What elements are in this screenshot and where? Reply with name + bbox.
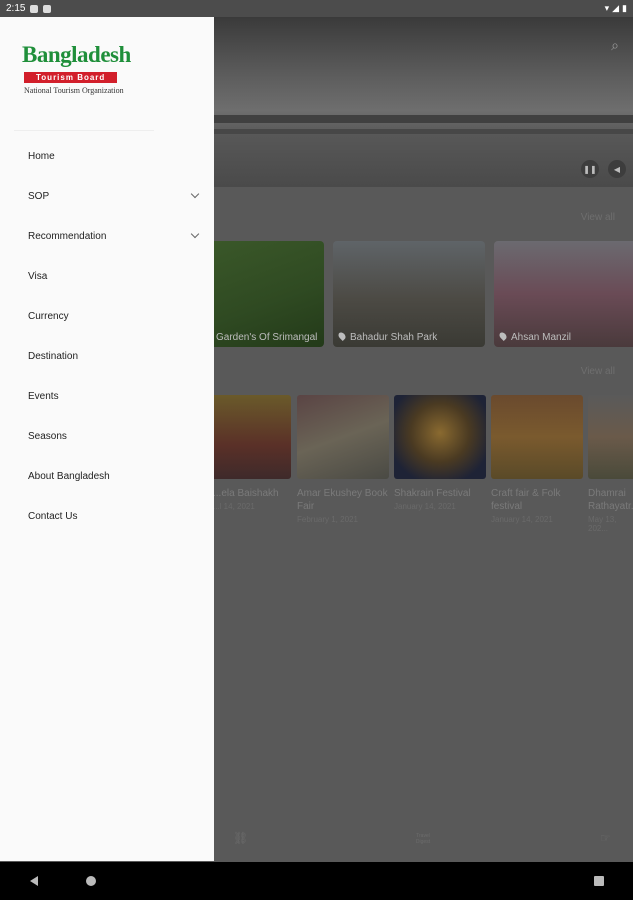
menu-item-label: Home bbox=[28, 150, 55, 162]
destination-card[interactable]: Bahadur Shah Park bbox=[333, 241, 485, 347]
menu-item-visa[interactable]: Visa bbox=[0, 256, 214, 296]
menu-item-label: Destination bbox=[28, 350, 79, 362]
destination-label: Ahsan Manzil bbox=[511, 332, 572, 343]
view-all-destinations[interactable]: View all bbox=[581, 212, 615, 223]
destination-label: Garden's Of Srimangal bbox=[216, 332, 318, 343]
chevron-down-icon bbox=[190, 189, 200, 199]
recent-apps-icon[interactable] bbox=[594, 876, 604, 886]
event-image bbox=[297, 395, 389, 479]
bangladesh-tourism-logo: Bangladesh Tourism Board National Touris… bbox=[22, 43, 152, 105]
event-date: January 14, 2021 bbox=[394, 502, 456, 511]
destination-card[interactable]: Ahsan Manzil bbox=[494, 241, 633, 347]
drawer-menu: Home SOP Recommendation Visa Currency De… bbox=[0, 136, 214, 536]
menu-item-label: Currency bbox=[28, 310, 69, 322]
hand-pointer-icon[interactable]: ☞ bbox=[600, 831, 611, 845]
event-image bbox=[491, 395, 583, 479]
system-navigation-bar bbox=[0, 862, 633, 900]
sim-icon bbox=[43, 4, 52, 13]
menu-item-label: Seasons bbox=[28, 430, 67, 442]
event-title: Amar Ekushey Book Fair bbox=[297, 488, 388, 512]
event-date: February 1, 2021 bbox=[297, 515, 358, 524]
menu-item-label: About Bangladesh bbox=[28, 470, 110, 482]
logo-subtitle: National Tourism Organization bbox=[24, 86, 124, 95]
location-pin-icon bbox=[498, 331, 508, 341]
menu-item-contact-us[interactable]: Contact Us bbox=[0, 496, 214, 536]
event-card[interactable]: Amar Ekushey Book Fair February 1, 2021 bbox=[297, 395, 389, 524]
notification-icon bbox=[30, 4, 39, 13]
event-image bbox=[588, 395, 633, 479]
event-title: Dhamrai Rathayatr... bbox=[588, 488, 633, 512]
search-icon[interactable]: ⌕ bbox=[611, 37, 619, 54]
event-card[interactable]: Craft fair & Folk festival January 14, 2… bbox=[491, 395, 583, 524]
location-pin-icon bbox=[337, 331, 347, 341]
travel-digest-tab[interactable]: Travel Digest bbox=[412, 833, 434, 845]
menu-item-currency[interactable]: Currency bbox=[0, 296, 214, 336]
screen: 2:15 ▾ ◢ ▮ ⌕ ❚❚ ◀ View all Garden's Of S… bbox=[0, 0, 633, 900]
status-bar: 2:15 ▾ ◢ ▮ bbox=[0, 0, 633, 17]
logo-band: Tourism Board bbox=[24, 72, 118, 83]
event-date: May 13, 202... bbox=[588, 515, 617, 533]
menu-item-sop[interactable]: SOP bbox=[0, 176, 214, 216]
mute-icon[interactable]: ◀ bbox=[608, 160, 626, 178]
menu-item-label: Recommendation bbox=[28, 230, 107, 242]
menu-item-label: Contact Us bbox=[28, 510, 78, 522]
back-icon[interactable] bbox=[30, 876, 38, 886]
event-date: January 14, 2021 bbox=[491, 515, 553, 524]
menu-item-recommendation[interactable]: Recommendation bbox=[0, 216, 214, 256]
chevron-down-icon bbox=[190, 229, 200, 239]
menu-item-label: SOP bbox=[28, 190, 50, 202]
navigation-drawer: Bangladesh Tourism Board National Touris… bbox=[0, 17, 214, 861]
event-image bbox=[394, 395, 486, 479]
event-card[interactable]: Dhamrai Rathayatr... May 13, 202... bbox=[588, 395, 633, 533]
destination-label: Bahadur Shah Park bbox=[350, 332, 438, 343]
menu-item-label: Events bbox=[28, 390, 59, 402]
menu-item-events[interactable]: Events bbox=[0, 376, 214, 416]
pause-icon[interactable]: ❚❚ bbox=[581, 160, 599, 178]
view-all-events[interactable]: View all bbox=[581, 366, 615, 377]
map-person-icon[interactable]: ⛓ bbox=[233, 831, 248, 845]
home-icon[interactable] bbox=[86, 876, 96, 886]
event-title: Shakrain Festival bbox=[394, 488, 471, 499]
event-title: Craft fair & Folk festival bbox=[491, 488, 561, 512]
menu-item-about-bangladesh[interactable]: About Bangladesh bbox=[0, 456, 214, 496]
menu-item-destination[interactable]: Destination bbox=[0, 336, 214, 376]
wifi-icon: ▾ bbox=[604, 3, 610, 13]
battery-icon: ▮ bbox=[622, 3, 627, 13]
logo-name: Bangladesh bbox=[22, 42, 131, 67]
signal-icon: ◢ bbox=[612, 3, 620, 13]
status-time: 2:15 bbox=[6, 3, 26, 14]
menu-item-home[interactable]: Home bbox=[0, 136, 214, 176]
menu-item-label: Visa bbox=[28, 270, 48, 282]
menu-item-seasons[interactable]: Seasons bbox=[0, 416, 214, 456]
drawer-divider bbox=[14, 130, 154, 131]
event-card[interactable]: Shakrain Festival January 14, 2021 bbox=[394, 395, 486, 511]
